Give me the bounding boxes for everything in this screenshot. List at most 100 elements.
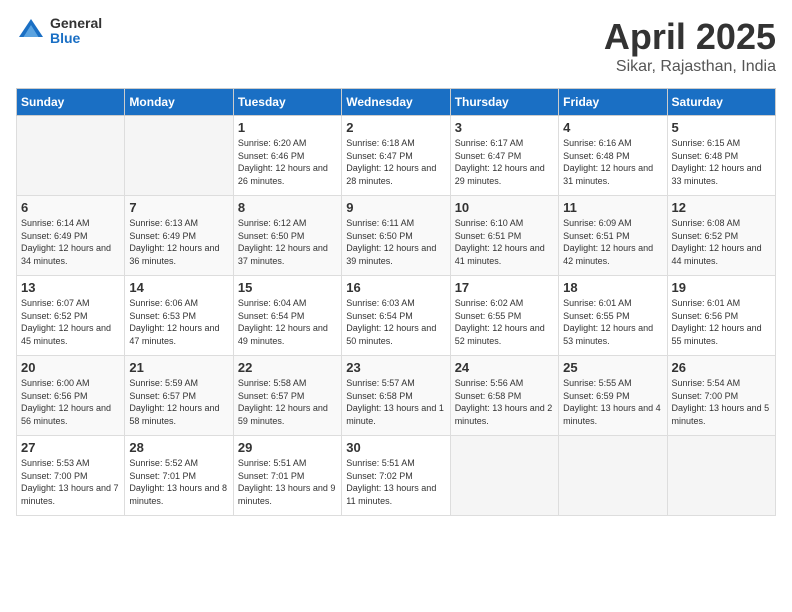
day-number: 4	[563, 120, 662, 135]
calendar-cell: 24 Sunrise: 5:56 AM Sunset: 6:58 PM Dayli…	[450, 356, 558, 436]
day-number: 21	[129, 360, 228, 375]
calendar-cell: 19 Sunrise: 6:01 AM Sunset: 6:56 PM Dayli…	[667, 276, 775, 356]
day-number: 22	[238, 360, 337, 375]
day-header-wednesday: Wednesday	[342, 89, 450, 116]
logo-general-text: General	[50, 16, 102, 31]
calendar-cell: 17 Sunrise: 6:02 AM Sunset: 6:55 PM Dayli…	[450, 276, 558, 356]
calendar-cell	[667, 436, 775, 516]
day-info: Sunrise: 6:06 AM Sunset: 6:53 PM Dayligh…	[129, 297, 228, 347]
calendar-cell: 6 Sunrise: 6:14 AM Sunset: 6:49 PM Daylig…	[17, 196, 125, 276]
day-info: Sunrise: 6:01 AM Sunset: 6:55 PM Dayligh…	[563, 297, 662, 347]
month-title: April 2025	[604, 16, 776, 58]
day-info: Sunrise: 5:53 AM Sunset: 7:00 PM Dayligh…	[21, 457, 120, 507]
day-info: Sunrise: 6:01 AM Sunset: 6:56 PM Dayligh…	[672, 297, 771, 347]
day-info: Sunrise: 5:55 AM Sunset: 6:59 PM Dayligh…	[563, 377, 662, 427]
day-number: 27	[21, 440, 120, 455]
day-info: Sunrise: 5:58 AM Sunset: 6:57 PM Dayligh…	[238, 377, 337, 427]
day-number: 6	[21, 200, 120, 215]
calendar-cell: 15 Sunrise: 6:04 AM Sunset: 6:54 PM Dayli…	[233, 276, 341, 356]
day-number: 15	[238, 280, 337, 295]
calendar-cell: 3 Sunrise: 6:17 AM Sunset: 6:47 PM Daylig…	[450, 116, 558, 196]
day-info: Sunrise: 6:03 AM Sunset: 6:54 PM Dayligh…	[346, 297, 445, 347]
calendar-cell: 11 Sunrise: 6:09 AM Sunset: 6:51 PM Dayli…	[559, 196, 667, 276]
calendar-cell: 22 Sunrise: 5:58 AM Sunset: 6:57 PM Dayli…	[233, 356, 341, 436]
day-number: 23	[346, 360, 445, 375]
day-info: Sunrise: 6:14 AM Sunset: 6:49 PM Dayligh…	[21, 217, 120, 267]
day-number: 7	[129, 200, 228, 215]
calendar-cell: 18 Sunrise: 6:01 AM Sunset: 6:55 PM Dayli…	[559, 276, 667, 356]
calendar-cell: 9Sunrise: 6:11 AM Sunset: 6:50 PM Daylig…	[342, 196, 450, 276]
calendar-week-row: 1 Sunrise: 6:20 AM Sunset: 6:46 PM Daylig…	[17, 116, 776, 196]
logo-text: General Blue	[50, 16, 102, 47]
calendar-cell: 21 Sunrise: 5:59 AM Sunset: 6:57 PM Dayli…	[125, 356, 233, 436]
calendar-cell: 30Sunrise: 5:51 AM Sunset: 7:02 PM Dayli…	[342, 436, 450, 516]
title-area: April 2025 Sikar, Rajasthan, India	[604, 16, 776, 76]
day-info: Sunrise: 5:54 AM Sunset: 7:00 PM Dayligh…	[672, 377, 771, 427]
day-number: 29	[238, 440, 337, 455]
day-number: 25	[563, 360, 662, 375]
day-number: 19	[672, 280, 771, 295]
calendar-cell: 27 Sunrise: 5:53 AM Sunset: 7:00 PM Dayli…	[17, 436, 125, 516]
calendar-cell	[125, 116, 233, 196]
calendar-week-row: 6 Sunrise: 6:14 AM Sunset: 6:49 PM Daylig…	[17, 196, 776, 276]
header: General Blue April 2025 Sikar, Rajasthan…	[16, 16, 776, 76]
day-number: 30	[346, 440, 445, 455]
calendar-cell	[17, 116, 125, 196]
calendar-cell: 2Sunrise: 6:18 AM Sunset: 6:47 PM Daylig…	[342, 116, 450, 196]
day-info: Sunrise: 6:12 AM Sunset: 6:50 PM Dayligh…	[238, 217, 337, 267]
location-subtitle: Sikar, Rajasthan, India	[604, 58, 776, 76]
day-info: Sunrise: 6:00 AM Sunset: 6:56 PM Dayligh…	[21, 377, 120, 427]
day-number: 1	[238, 120, 337, 135]
day-number: 16	[346, 280, 445, 295]
day-header-friday: Friday	[559, 89, 667, 116]
day-number: 8	[238, 200, 337, 215]
calendar-week-row: 13 Sunrise: 6:07 AM Sunset: 6:52 PM Dayli…	[17, 276, 776, 356]
day-number: 18	[563, 280, 662, 295]
day-info: Sunrise: 6:13 AM Sunset: 6:49 PM Dayligh…	[129, 217, 228, 267]
day-number: 3	[455, 120, 554, 135]
day-info: Sunrise: 6:18 AM Sunset: 6:47 PM Dayligh…	[346, 137, 445, 187]
day-info: Sunrise: 6:07 AM Sunset: 6:52 PM Dayligh…	[21, 297, 120, 347]
calendar-cell: 10 Sunrise: 6:10 AM Sunset: 6:51 PM Dayli…	[450, 196, 558, 276]
day-number: 9	[346, 200, 445, 215]
day-info: Sunrise: 5:56 AM Sunset: 6:58 PM Dayligh…	[455, 377, 554, 427]
day-number: 13	[21, 280, 120, 295]
calendar-cell: 29 Sunrise: 5:51 AM Sunset: 7:01 PM Dayli…	[233, 436, 341, 516]
calendar-header-row: SundayMondayTuesdayWednesdayThursdayFrid…	[17, 89, 776, 116]
day-info: Sunrise: 5:51 AM Sunset: 7:01 PM Dayligh…	[238, 457, 337, 507]
calendar-cell: 16 Sunrise: 6:03 AM Sunset: 6:54 PM Dayli…	[342, 276, 450, 356]
day-number: 17	[455, 280, 554, 295]
day-number: 24	[455, 360, 554, 375]
day-info: Sunrise: 6:10 AM Sunset: 6:51 PM Dayligh…	[455, 217, 554, 267]
day-number: 28	[129, 440, 228, 455]
calendar-cell	[450, 436, 558, 516]
calendar-cell: 1 Sunrise: 6:20 AM Sunset: 6:46 PM Daylig…	[233, 116, 341, 196]
day-number: 5	[672, 120, 771, 135]
day-info: Sunrise: 6:15 AM Sunset: 6:48 PM Dayligh…	[672, 137, 771, 187]
calendar-cell	[559, 436, 667, 516]
day-info: Sunrise: 6:20 AM Sunset: 6:46 PM Dayligh…	[238, 137, 337, 187]
calendar-body: 1 Sunrise: 6:20 AM Sunset: 6:46 PM Daylig…	[17, 116, 776, 516]
calendar-cell: 4 Sunrise: 6:16 AM Sunset: 6:48 PM Daylig…	[559, 116, 667, 196]
day-info: Sunrise: 6:04 AM Sunset: 6:54 PM Dayligh…	[238, 297, 337, 347]
day-header-thursday: Thursday	[450, 89, 558, 116]
day-number: 26	[672, 360, 771, 375]
day-info: Sunrise: 6:09 AM Sunset: 6:51 PM Dayligh…	[563, 217, 662, 267]
calendar-cell: 12 Sunrise: 6:08 AM Sunset: 6:52 PM Dayli…	[667, 196, 775, 276]
calendar-cell: 8 Sunrise: 6:12 AM Sunset: 6:50 PM Daylig…	[233, 196, 341, 276]
day-info: Sunrise: 6:17 AM Sunset: 6:47 PM Dayligh…	[455, 137, 554, 187]
calendar-table: SundayMondayTuesdayWednesdayThursdayFrid…	[16, 88, 776, 516]
calendar-week-row: 20 Sunrise: 6:00 AM Sunset: 6:56 PM Dayli…	[17, 356, 776, 436]
day-info: Sunrise: 6:16 AM Sunset: 6:48 PM Dayligh…	[563, 137, 662, 187]
day-info: Sunrise: 6:02 AM Sunset: 6:55 PM Dayligh…	[455, 297, 554, 347]
calendar-cell: 28 Sunrise: 5:52 AM Sunset: 7:01 PM Dayli…	[125, 436, 233, 516]
day-number: 10	[455, 200, 554, 215]
day-info: Sunrise: 5:59 AM Sunset: 6:57 PM Dayligh…	[129, 377, 228, 427]
day-info: Sunrise: 6:08 AM Sunset: 6:52 PM Dayligh…	[672, 217, 771, 267]
day-number: 20	[21, 360, 120, 375]
day-header-sunday: Sunday	[17, 89, 125, 116]
day-number: 12	[672, 200, 771, 215]
day-info: Sunrise: 5:52 AM Sunset: 7:01 PM Dayligh…	[129, 457, 228, 507]
calendar-cell: 14Sunrise: 6:06 AM Sunset: 6:53 PM Dayli…	[125, 276, 233, 356]
day-number: 11	[563, 200, 662, 215]
